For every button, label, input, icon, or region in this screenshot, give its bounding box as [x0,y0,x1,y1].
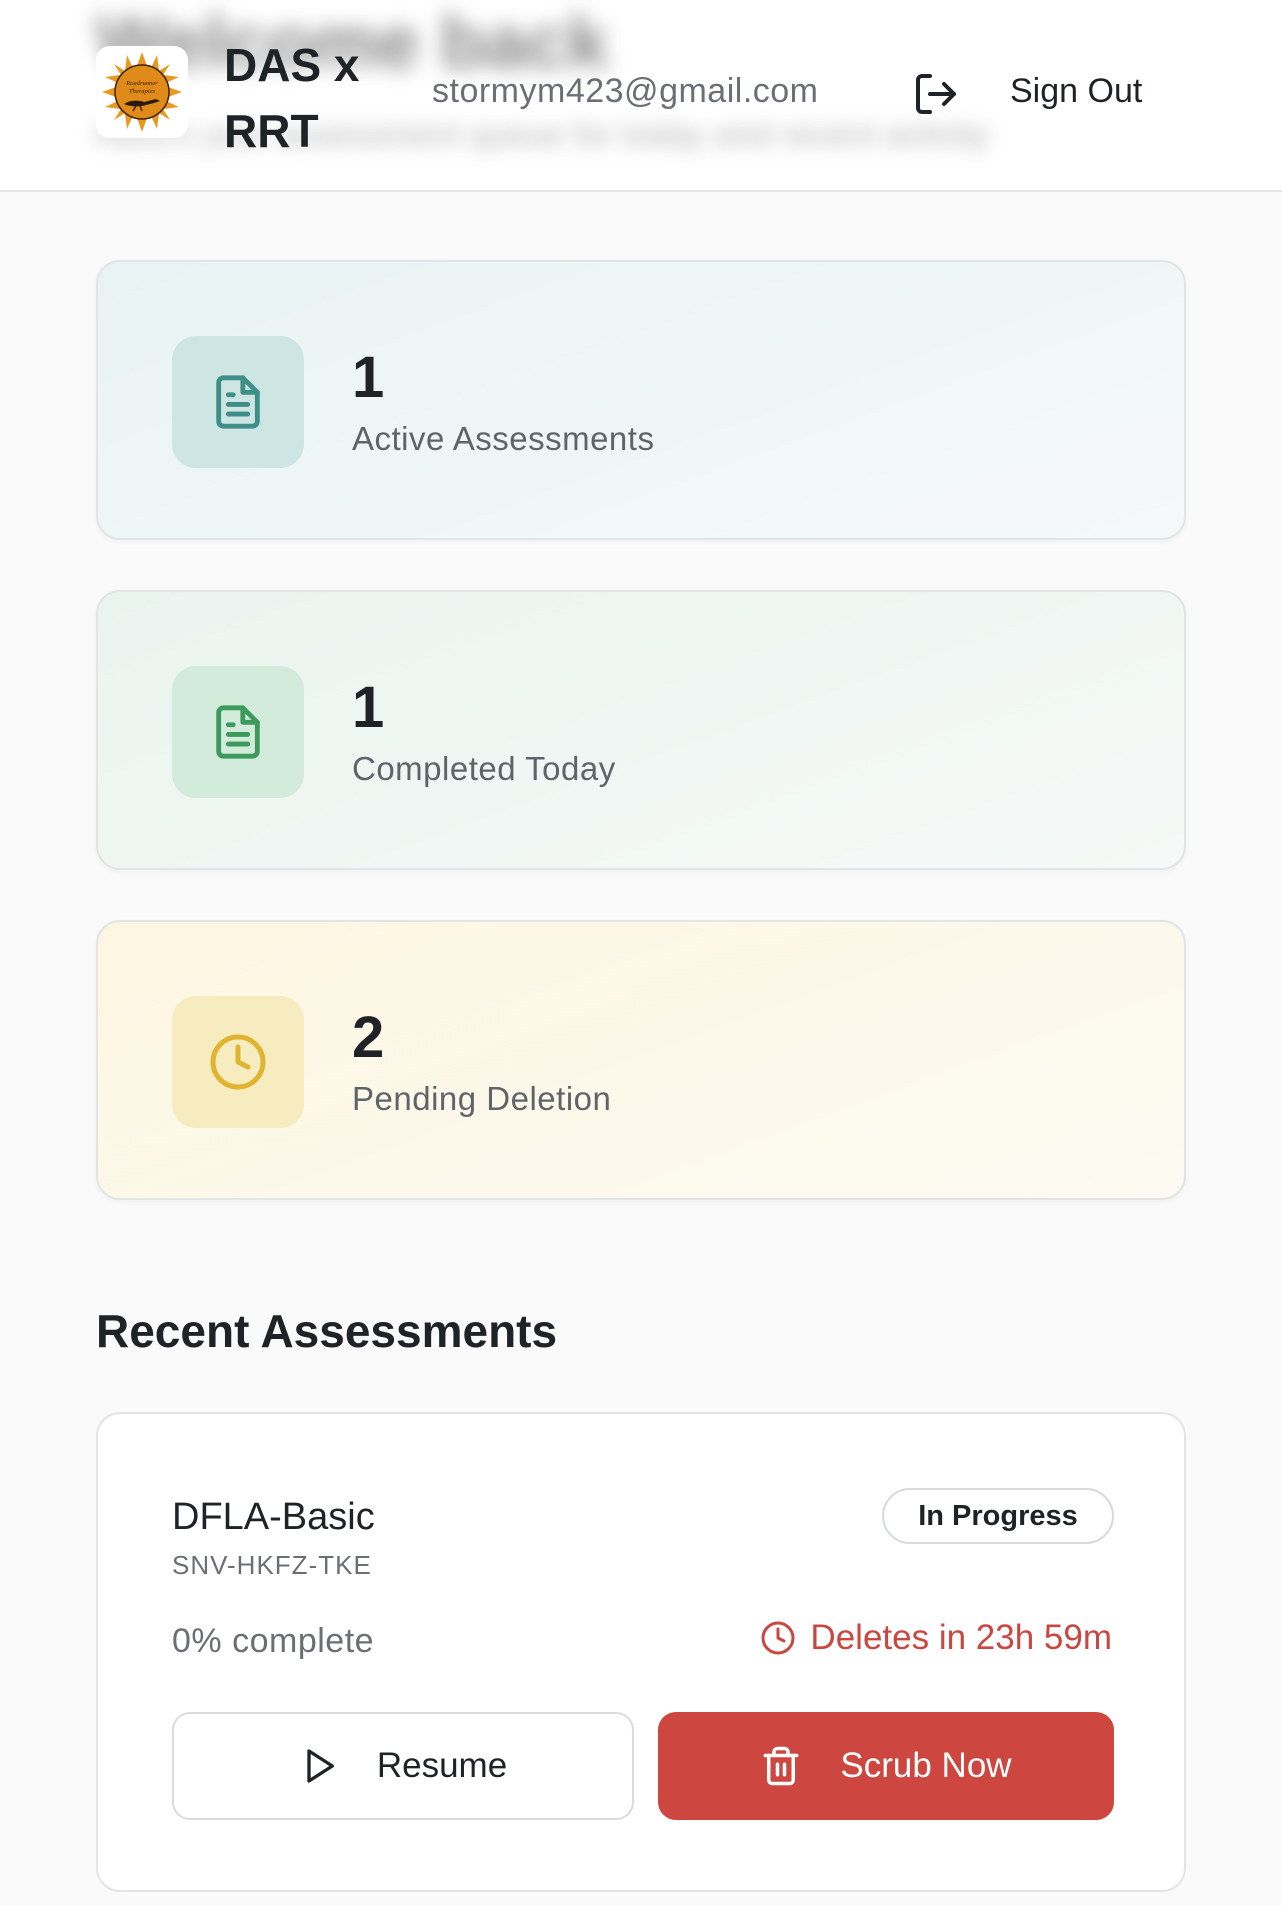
assessment-name: DFLA-Basic [172,1496,375,1538]
stat-label: Active Assessments [352,420,655,457]
recent-assessments-heading: Recent Assessments [96,1305,558,1357]
document-icon [172,666,304,798]
clock-icon [761,1621,795,1655]
scrub-now-button[interactable]: Scrub Now [658,1712,1114,1820]
deletion-timer: Deletes in 23h 59m [760,1618,1112,1658]
stat-label: Completed Today [352,750,616,787]
sign-out-button[interactable]: Sign Out [1010,72,1142,111]
roadrunner-therapies-logo: Roadrunner Therapies [96,46,188,138]
svg-text:Roadrunner: Roadrunner [125,80,158,87]
clock-icon [172,996,304,1128]
assessment-code: SNV-HKFZ-TKE [172,1550,372,1580]
stat-label: Pending Deletion [352,1080,612,1117]
stat-value: 1 [352,345,385,410]
assessment-card: DFLA-Basic SNV-HKFZ-TKE In Progress 0% c… [96,1412,1186,1892]
app-header: Welcome back Here's your assessment queu… [0,0,1282,192]
stat-card-completed-today: 1 Completed Today [96,590,1186,870]
svg-text:Therapies: Therapies [129,88,155,95]
resume-button-label: Resume [376,1746,508,1785]
document-icon [172,336,304,468]
dashboard-page: Welcome back Here's your assessment queu… [0,0,1282,1905]
status-badge: In Progress [882,1488,1114,1544]
stat-value: 1 [352,675,385,740]
stat-card-pending-deletion: 2 Pending Deletion [96,920,1186,1200]
play-icon [307,1749,334,1783]
stat-card-active-assessments: 1 Active Assessments [96,260,1186,540]
trash-icon [763,1746,799,1786]
stat-value: 2 [352,1005,385,1070]
deletion-timer-text: Deletes in 23h 59m [810,1618,1112,1657]
user-email: stormym423@gmail.com [432,72,819,110]
resume-button[interactable]: Resume [172,1712,634,1820]
progress-text: 0% complete [172,1622,375,1660]
sign-out-icon[interactable] [912,70,960,118]
scrub-now-button-label: Scrub Now [840,1746,1012,1785]
app-title: DAS x RRT [224,39,360,157]
